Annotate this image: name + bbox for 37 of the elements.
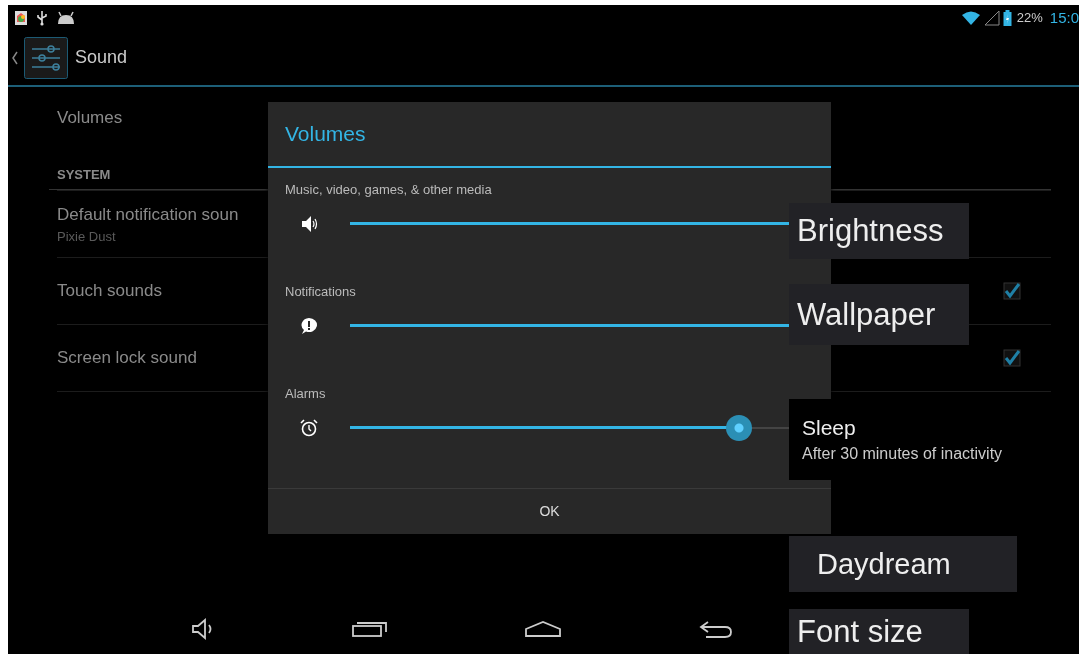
section-header: SYSTEM	[57, 167, 111, 182]
setting-title: Sleep	[802, 416, 856, 440]
speech-bubble-icon	[300, 316, 318, 335]
setting-summary: Pixie Dust	[57, 228, 117, 244]
setting-title[interactable]: Volumes	[57, 108, 123, 128]
battery-icon	[1002, 9, 1012, 26]
setting-label-tooltip: Wallpaper	[789, 284, 969, 345]
signal-icon	[983, 9, 1000, 26]
speaker-icon	[300, 214, 318, 233]
gallery-icon	[14, 9, 28, 26]
battery-percent: 22%	[1016, 10, 1043, 25]
setting-label-tooltip: Brightness	[789, 203, 969, 259]
android-icon	[56, 10, 76, 25]
setting-label-tooltip: Font size	[789, 609, 969, 654]
slider-label: Notifications	[285, 283, 356, 299]
checkbox[interactable]	[1003, 282, 1021, 300]
setting-title[interactable]: Touch sounds	[57, 281, 162, 301]
usb-icon	[36, 9, 48, 26]
setting-label-tooltip: Daydream	[789, 536, 1017, 592]
screen-title: Sound	[75, 47, 128, 68]
dialog-title: Volumes	[268, 102, 831, 168]
clock-time: 15:0	[1049, 9, 1079, 26]
slider-label: Alarms	[285, 385, 326, 401]
caret-icon[interactable]	[11, 50, 19, 65]
setting-title[interactable]: Default notification soun	[57, 204, 239, 225]
slider-thumb[interactable]	[726, 414, 753, 441]
equalizer-icon[interactable]	[24, 36, 68, 79]
back-icon[interactable]	[698, 619, 734, 639]
wifi-icon	[960, 9, 981, 26]
home-icon[interactable]	[524, 620, 562, 638]
setting-title[interactable]: Screen lock sound	[57, 348, 197, 368]
setting-summary: After 30 minutes of inactivity	[802, 445, 1003, 463]
slider-label: Music, video, games, & other media	[285, 181, 492, 197]
alarm-clock-icon	[300, 418, 318, 437]
ok-button[interactable]: OK	[268, 487, 831, 534]
checkbox[interactable]	[1003, 349, 1021, 367]
recent-apps-icon[interactable]	[352, 621, 388, 637]
